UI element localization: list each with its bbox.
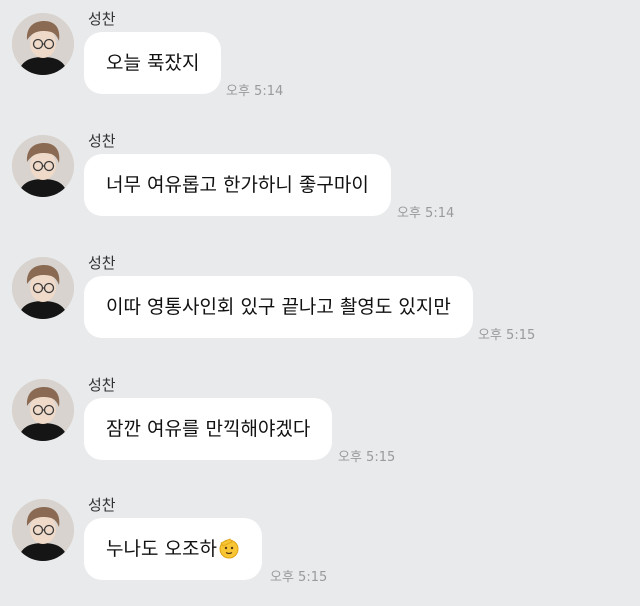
avatar[interactable] <box>12 13 74 75</box>
message-row: 성찬 오늘 푹잤지 오후 5:14 <box>0 0 640 120</box>
avatar[interactable] <box>12 257 74 319</box>
sender-name: 성찬 <box>88 132 116 150</box>
message-row: 성찬 이따 영통사인회 있구 끝나고 촬영도 있지만 오후 5:15 <box>0 244 640 364</box>
message-timestamp: 오후 5:15 <box>270 570 328 585</box>
message-bubble[interactable]: 오늘 푹잤지 <box>84 32 222 94</box>
message-text: 누나도 오조하 <box>106 538 217 560</box>
sender-name: 성찬 <box>88 376 116 394</box>
message-timestamp: 오후 5:15 <box>478 328 536 343</box>
avatar[interactable] <box>12 379 74 441</box>
avatar[interactable] <box>12 499 74 561</box>
message-bubble[interactable]: 누나도 오조하 <box>84 518 262 580</box>
message-bubble[interactable]: 너무 여유롭고 한가하니 좋구마이 <box>84 154 391 216</box>
sender-name: 성찬 <box>88 10 116 28</box>
message-row: 성찬 너무 여유롭고 한가하니 좋구마이 오후 5:14 <box>0 122 640 242</box>
message-timestamp: 오후 5:14 <box>397 206 455 221</box>
sender-name: 성찬 <box>88 496 116 514</box>
message-timestamp: 오후 5:14 <box>226 84 284 99</box>
message-row: 성찬 잠깐 여유를 만끽해야겠다 오후 5:15 <box>0 366 640 486</box>
message-bubble[interactable]: 이따 영통사인회 있구 끝나고 촬영도 있지만 <box>84 276 473 338</box>
message-bubble[interactable]: 잠깐 여유를 만끽해야겠다 <box>84 398 333 460</box>
message-row: 성찬 누나도 오조하 오후 5:15 <box>0 486 640 606</box>
avatar[interactable] <box>12 135 74 197</box>
sender-name: 성찬 <box>88 254 116 272</box>
message-timestamp: 오후 5:15 <box>338 450 396 465</box>
saluting-face-icon <box>218 522 240 559</box>
